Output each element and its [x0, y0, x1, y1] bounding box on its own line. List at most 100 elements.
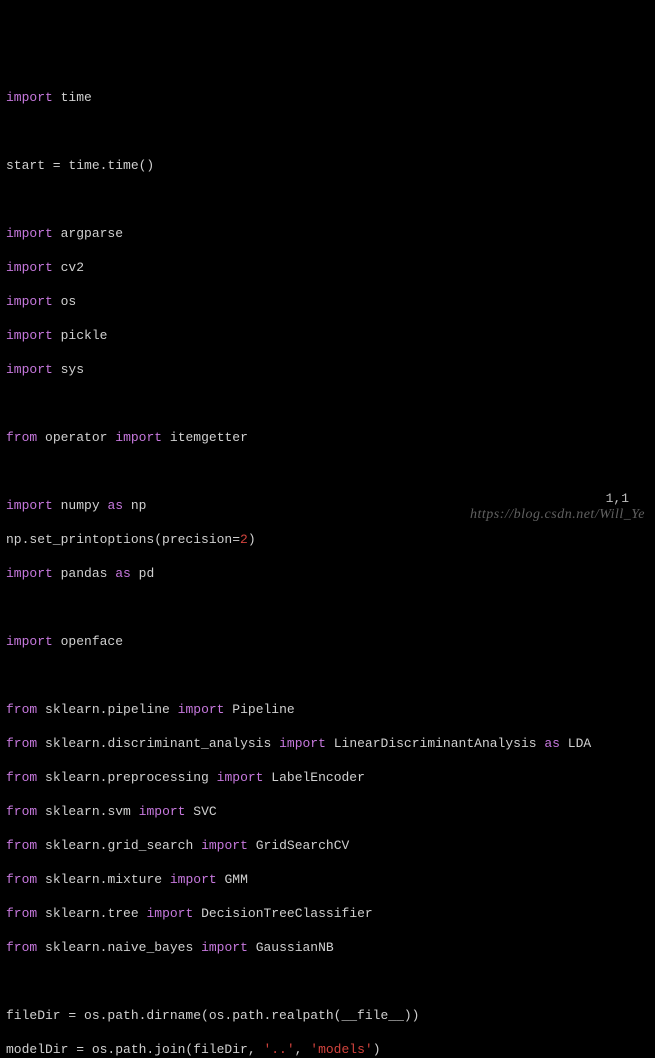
string: 'models': [310, 1042, 372, 1057]
code-line: from sklearn.svm import SVC: [6, 803, 649, 820]
code-line: import argparse: [6, 225, 649, 242]
kw-as: as: [107, 498, 123, 513]
code-line: from sklearn.naive_bayes import Gaussian…: [6, 939, 649, 956]
code-line: [6, 123, 649, 140]
kw-from: from: [6, 940, 37, 955]
mod: sklearn.svm: [45, 804, 131, 819]
code-line: import cv2: [6, 259, 649, 276]
kw-from: from: [6, 770, 37, 785]
mod: cv2: [61, 260, 84, 275]
code-line: [6, 599, 649, 616]
mod: pickle: [61, 328, 108, 343]
name: LabelEncoder: [271, 770, 365, 785]
kw-from: from: [6, 906, 37, 921]
code-line: fileDir = os.path.dirname(os.path.realpa…: [6, 1007, 649, 1024]
code-line: import time: [6, 89, 649, 106]
alias: LDA: [568, 736, 591, 751]
kw-import: import: [115, 430, 162, 445]
kw-import: import: [139, 804, 186, 819]
code-line: from sklearn.tree import DecisionTreeCla…: [6, 905, 649, 922]
watermark: https://blog.csdn.net/Will_Ye: [470, 506, 645, 523]
alias: np: [131, 498, 147, 513]
code-line: modelDir = os.path.join(fileDir, '..', '…: [6, 1041, 649, 1058]
stmt: ): [248, 532, 256, 547]
kw-from: from: [6, 804, 37, 819]
mod: sklearn.mixture: [45, 872, 162, 887]
kw-import: import: [6, 634, 53, 649]
kw-import: import: [178, 702, 225, 717]
name: GridSearchCV: [256, 838, 350, 853]
kw-from: from: [6, 702, 37, 717]
code-line: import os: [6, 293, 649, 310]
kw-import: import: [6, 362, 53, 377]
mod: sklearn.preprocessing: [45, 770, 209, 785]
stmt: modelDir = os.path.join(fileDir,: [6, 1042, 263, 1057]
code-line: from sklearn.grid_search import GridSear…: [6, 837, 649, 854]
kw-from: from: [6, 838, 37, 853]
mod: operator: [45, 430, 107, 445]
kw-import: import: [146, 906, 193, 921]
stmt: start = time.time(): [6, 158, 154, 173]
kw-import: import: [6, 566, 53, 581]
mod: time: [61, 90, 92, 105]
code-line: from sklearn.preprocessing import LabelE…: [6, 769, 649, 786]
code-line: [6, 667, 649, 684]
number: 2: [240, 532, 248, 547]
name: Pipeline: [232, 702, 294, 717]
mod: os: [61, 294, 77, 309]
kw-import: import: [6, 90, 53, 105]
kw-import: import: [6, 328, 53, 343]
code-line: import openface: [6, 633, 649, 650]
name: DecisionTreeClassifier: [201, 906, 373, 921]
kw-from: from: [6, 872, 37, 887]
cursor-position: 1,1: [606, 490, 629, 507]
kw-from: from: [6, 736, 37, 751]
kw-import: import: [6, 226, 53, 241]
mod: sklearn.pipeline: [45, 702, 170, 717]
kw-from: from: [6, 430, 37, 445]
mod: argparse: [61, 226, 123, 241]
mod: sklearn.grid_search: [45, 838, 193, 853]
mod: sklearn.naive_bayes: [45, 940, 193, 955]
kw-as: as: [115, 566, 131, 581]
code-line: from sklearn.mixture import GMM: [6, 871, 649, 888]
kw-import: import: [201, 838, 248, 853]
name: GMM: [225, 872, 248, 887]
alias: pd: [139, 566, 155, 581]
kw-as: as: [544, 736, 560, 751]
code-line: start = time.time(): [6, 157, 649, 174]
code-line: from sklearn.pipeline import Pipeline: [6, 701, 649, 718]
name: LinearDiscriminantAnalysis: [334, 736, 537, 751]
kw-import: import: [201, 940, 248, 955]
kw-import: import: [6, 294, 53, 309]
code-line: [6, 973, 649, 990]
name: GaussianNB: [256, 940, 334, 955]
kw-import: import: [279, 736, 326, 751]
kw-import: import: [6, 498, 53, 513]
mod: openface: [61, 634, 123, 649]
kw-import: import: [170, 872, 217, 887]
mod: numpy: [61, 498, 100, 513]
code-line: from sklearn.discriminant_analysis impor…: [6, 735, 649, 752]
code-line: from operator import itemgetter: [6, 429, 649, 446]
mod: sklearn.discriminant_analysis: [45, 736, 271, 751]
name: itemgetter: [170, 430, 248, 445]
kw-import: import: [6, 260, 53, 275]
code-editor: import time start = time.time() import a…: [0, 68, 655, 1058]
code-line: import sys: [6, 361, 649, 378]
mod: pandas: [61, 566, 108, 581]
stmt: fileDir = os.path.dirname(os.path.realpa…: [6, 1008, 419, 1023]
string: '..': [263, 1042, 294, 1057]
code-line: [6, 463, 649, 480]
code-line: np.set_printoptions(precision=2): [6, 531, 649, 548]
code-line: import pandas as pd: [6, 565, 649, 582]
kw-import: import: [217, 770, 264, 785]
stmt: ): [373, 1042, 381, 1057]
code-line: [6, 395, 649, 412]
code-line: import pickle: [6, 327, 649, 344]
code-line: [6, 191, 649, 208]
stmt: np.set_printoptions(precision=: [6, 532, 240, 547]
stmt: ,: [295, 1042, 311, 1057]
name: SVC: [193, 804, 216, 819]
mod: sklearn.tree: [45, 906, 139, 921]
